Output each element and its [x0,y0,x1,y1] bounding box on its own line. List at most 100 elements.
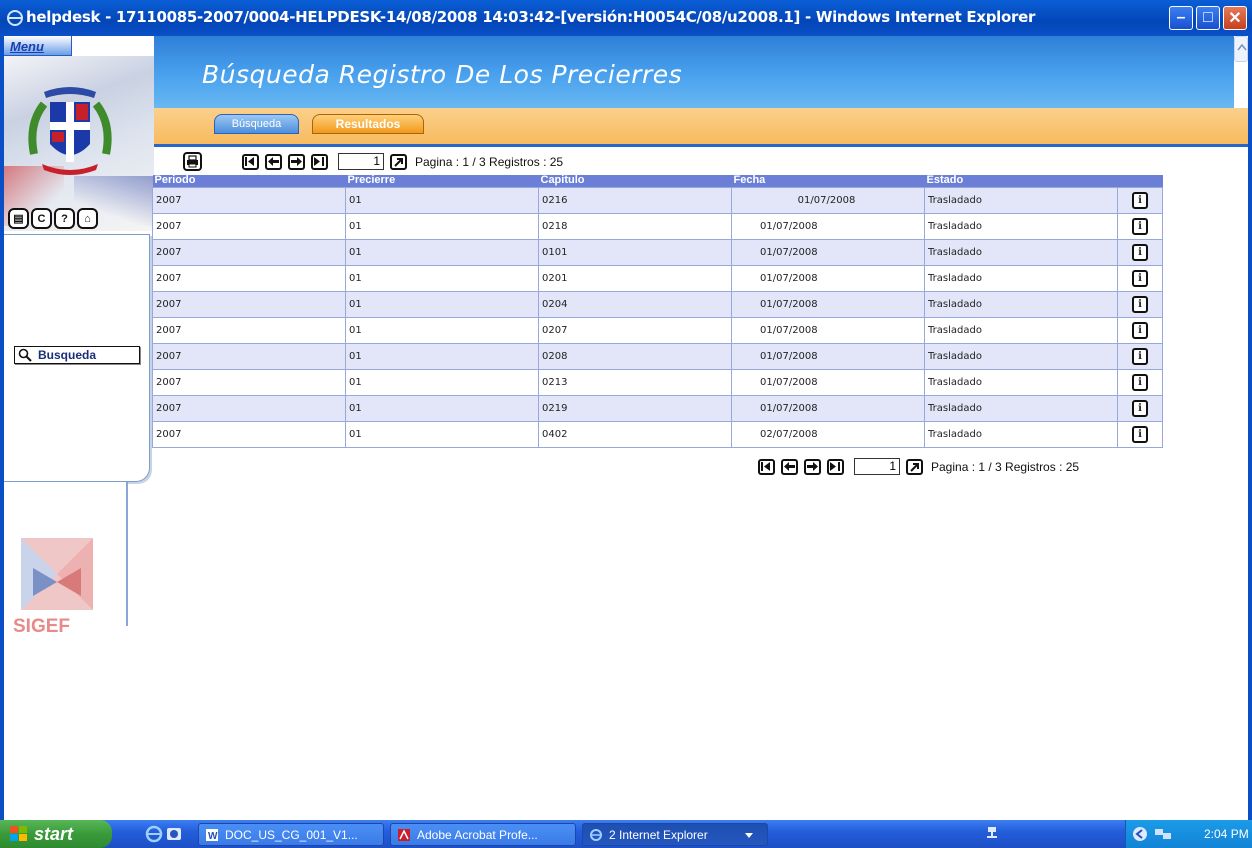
cell-capitulo: 0218 [538,212,732,240]
task-label: Adobe Acrobat Profe... [417,827,538,842]
word-icon: W [206,829,218,842]
table-row[interactable]: 2007 01 0201 01/07/2008 Trasladado i [152,264,1163,292]
info-button[interactable]: i [1132,191,1148,209]
cell-periodo: 2007 [152,342,346,370]
cell-action: i [1117,264,1163,292]
ie-quicklaunch-icon[interactable] [145,825,163,843]
table-row[interactable]: 2007 01 0207 01/07/2008 Trasladado i [152,316,1163,344]
first-page-button[interactable] [242,153,259,170]
next-page-button[interactable] [804,458,821,475]
page-title: Búsqueda Registro De Los Precierres [202,60,683,89]
page-number-input[interactable]: 1 [338,153,384,170]
last-page-icon [314,157,324,166]
last-page-button[interactable] [311,153,328,170]
scroll-up-button[interactable] [1234,36,1248,62]
taskbar-item-word[interactable]: W DOC_US_CG_001_V1... [198,823,384,846]
results-table: Periodo Precierre Capitulo Fecha Estado … [152,175,1163,448]
info-button[interactable]: i [1132,425,1148,443]
sidebar-toolbar: ▤ C ? ⌂ [8,208,98,229]
prev-page-button[interactable] [265,153,282,170]
cell-precierre: 01 [345,420,539,448]
cell-periodo: 2007 [152,420,346,448]
start-button[interactable]: start [0,820,112,848]
close-button[interactable]: ✕ [1223,6,1247,30]
network-icon[interactable] [986,826,998,840]
arrow-left-icon [268,157,279,166]
taskbar-item-ie[interactable]: 2 Internet Explorer [582,823,768,846]
minimize-button[interactable]: – [1169,6,1193,30]
tab-busqueda[interactable]: Búsqueda [214,114,299,134]
cell-capitulo: 0204 [538,290,732,318]
cell-fecha: 02/07/2008 [731,420,925,448]
connection-icon[interactable] [1154,826,1172,842]
cell-precierre: 01 [345,368,539,396]
table-row[interactable]: 2007 01 0101 01/07/2008 Trasladado i [152,238,1163,266]
busqueda-button[interactable]: Busqueda [14,346,140,364]
home-icon[interactable]: ⌂ [77,208,98,229]
cell-estado: Trasladado [924,212,1118,240]
window-title-bar[interactable]: helpdesk - 17110085-2007/0004-HELPDESK-1… [0,0,1252,36]
document-icon[interactable]: ▤ [8,208,29,229]
chevron-up-icon [1237,43,1247,51]
help-icon[interactable]: ? [54,208,75,229]
table-row[interactable]: 2007 01 0219 01/07/2008 Trasladado i [152,394,1163,422]
pager-top: 1 Pagina : 1 / 3 Registros : 25 [242,153,563,170]
page-number-input[interactable]: 1 [854,458,900,475]
cell-fecha: 01/07/2008 [731,186,925,214]
info-button[interactable]: i [1132,217,1148,235]
outlook-quicklaunch-icon[interactable] [165,825,183,843]
menu-tab[interactable]: Menu [4,36,72,56]
cell-capitulo: 0201 [538,264,732,292]
info-button[interactable]: i [1132,295,1148,313]
maximize-button[interactable]: □ [1196,6,1220,30]
cell-action: i [1117,186,1163,214]
info-button[interactable]: i [1132,269,1148,287]
cell-precierre: 01 [345,316,539,344]
next-page-button[interactable] [288,153,305,170]
table-row[interactable]: 2007 01 0204 01/07/2008 Trasladado i [152,290,1163,318]
tab-resultados[interactable]: Resultados [312,114,424,134]
go-page-button[interactable] [390,153,407,170]
table-row[interactable]: 2007 01 0402 02/07/2008 Trasladado i [152,420,1163,448]
info-button[interactable]: i [1132,399,1148,417]
taskbar-item-acrobat[interactable]: Adobe Acrobat Profe... [390,823,576,846]
ie-icon [7,10,23,26]
svg-text:SIGEF: SIGEF [13,616,70,637]
last-page-icon [830,462,840,471]
cell-action: i [1117,394,1163,422]
info-button[interactable]: i [1132,321,1148,339]
cell-estado: Trasladado [924,238,1118,266]
last-page-button[interactable] [827,458,844,475]
refresh-icon[interactable]: C [31,208,52,229]
coat-of-arms-icon [28,87,112,175]
table-row[interactable]: 2007 01 0213 01/07/2008 Trasladado i [152,368,1163,396]
cell-capitulo: 0213 [538,368,732,396]
tray-back-arrow-icon[interactable] [1132,826,1148,842]
info-button[interactable]: i [1132,347,1148,365]
menu-link[interactable]: Menu [10,39,44,54]
print-button[interactable] [183,152,202,171]
cell-fecha: 01/07/2008 [731,342,925,370]
table-header-row: Periodo Precierre Capitulo Fecha Estado [152,175,1163,187]
cell-periodo: 2007 [152,264,346,292]
prev-page-button[interactable] [781,458,798,475]
window-frame-right [1248,36,1252,820]
first-page-button[interactable] [758,458,775,475]
pager-status: Pagina : 1 / 3 Registros : 25 [931,459,1080,474]
cell-precierre: 01 [345,342,539,370]
sigef-logo: SIGEF [13,538,93,637]
table-row[interactable]: 2007 01 0218 01/07/2008 Trasladado i [152,212,1163,240]
pager-status: Pagina : 1 / 3 Registros : 25 [415,154,564,169]
go-page-button[interactable] [906,458,923,475]
table-row[interactable]: 2007 01 0216 01/07/2008 Trasladado i [152,186,1163,214]
cell-estado: Trasladado [924,394,1118,422]
table-row[interactable]: 2007 01 0208 01/07/2008 Trasladado i [152,342,1163,370]
cell-fecha: 01/07/2008 [731,394,925,422]
arrow-left-icon [784,462,795,471]
info-button[interactable]: i [1132,243,1148,261]
cell-precierre: 01 [345,186,539,214]
info-button[interactable]: i [1132,373,1148,391]
cell-action: i [1117,290,1163,318]
cell-action: i [1117,212,1163,240]
cell-estado: Trasladado [924,290,1118,318]
